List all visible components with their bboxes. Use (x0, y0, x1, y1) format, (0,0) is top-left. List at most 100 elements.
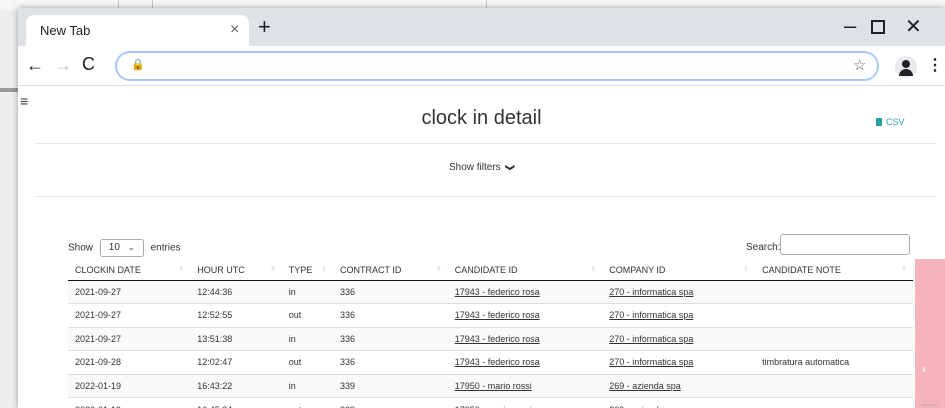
side-panel-toggle[interactable] (915, 259, 945, 408)
company-link[interactable]: 270 - informatica spa (602, 350, 756, 374)
cell-note (755, 303, 913, 327)
column-header[interactable]: CLOCKIN DATE ⇳ (68, 260, 191, 281)
sort-icon: ⇳ (901, 266, 907, 273)
tab-strip: New Tab × + – ✕ (18, 8, 945, 46)
background-window-edge (0, 10, 20, 408)
table-row: 2021-09-27 12:52:55 out 336 17943 - fede… (68, 303, 913, 327)
cell-type: in (281, 326, 333, 351)
search-input[interactable] (780, 234, 910, 255)
column-header-label: HOUR UTC (197, 264, 245, 275)
sort-icon: ⇳ (269, 266, 276, 273)
sort-icon: ⇳ (321, 266, 327, 273)
tab-new-tab[interactable]: New Tab × (26, 15, 249, 46)
cell-contract: 339 (332, 397, 448, 408)
column-header-label: CONTRACT ID (339, 264, 402, 275)
sort-icon: ⇳ (743, 266, 750, 273)
company-link[interactable]: 270 - informatica spa (602, 303, 756, 327)
cell-note (755, 397, 913, 408)
divider (36, 196, 936, 197)
table-header-row: CLOCKIN DATE ⇳ HOUR UTC ⇳ TYPE ⇳ CONTRACT I… (68, 260, 913, 281)
cell-hour: 16:45:34 (190, 397, 282, 408)
company-link[interactable]: 269 - azienda spa (602, 397, 756, 408)
new-tab-icon[interactable]: + (258, 16, 271, 38)
cell-hour: 12:02:47 (190, 350, 282, 374)
forward-icon[interactable]: → (54, 55, 72, 76)
column-header[interactable]: HOUR UTC ⇳ (190, 260, 282, 281)
cell-type: in (281, 279, 333, 304)
close-window-icon[interactable]: ✕ (905, 14, 922, 39)
back-icon[interactable]: ← (26, 55, 44, 76)
candidate-link[interactable]: 17950 - mario rossi (447, 373, 603, 398)
company-link[interactable]: 270 - informatica spa (602, 279, 756, 304)
cell-type: in (281, 373, 333, 398)
show-filters-toggle[interactable]: Show filters ❯ (18, 162, 945, 173)
candidate-link[interactable]: 17943 - federico rosa (447, 350, 603, 374)
maximize-icon[interactable] (871, 20, 885, 34)
cell-hour: 12:52:55 (190, 303, 282, 327)
cell-note (755, 326, 913, 351)
cell-note (755, 279, 913, 304)
cell-hour: 13:51:38 (190, 326, 282, 351)
address-bar[interactable]: 🔒 ☆ (115, 51, 879, 81)
page-content: ≡ clock in detail CSV Show filters ❯ Sho… (18, 87, 945, 408)
entries-select-value: 10 (108, 242, 120, 253)
powered-by-text: Powered by (922, 403, 938, 407)
sort-icon: ⇳ (590, 266, 597, 273)
browser-window: New Tab × + – ✕ ← → C 🔒 ☆ ⋮ ≡ clock in d… (18, 8, 945, 408)
column-header-label: CANDIDATE NOTE (762, 264, 841, 275)
company-link[interactable]: 270 - informatica spa (602, 326, 756, 351)
candidate-link[interactable]: 17950 - mario rossi (447, 397, 603, 408)
candidate-link[interactable]: 17943 - federico rosa (447, 326, 603, 351)
cell-note: timbratura automatica (755, 350, 913, 374)
cell-contract: 339 (332, 373, 448, 398)
column-header[interactable]: TYPE ⇳ (281, 260, 333, 281)
reload-icon[interactable]: C (82, 54, 95, 75)
column-header-label: CLOCKIN DATE (75, 264, 141, 275)
table-row: 2022-01-19 16:45:34 out 339 17950 - mari… (68, 397, 913, 408)
length-prefix: Show (68, 242, 94, 254)
cell-date: 2021-09-27 (68, 279, 191, 304)
cell-type: out (281, 397, 333, 408)
cell-hour: 12:44:36 (190, 279, 282, 304)
cell-date: 2022-01-19 (68, 373, 191, 398)
profile-avatar-icon[interactable] (895, 56, 917, 78)
column-header-label: CANDIDATE ID (454, 264, 518, 275)
lock-icon[interactable]: 🔒 (131, 58, 145, 71)
chevron-down-icon: ❯ (505, 163, 516, 172)
bookmark-star-icon[interactable]: ☆ (853, 56, 866, 74)
entries-length-control: Show 10 ⌄ entries (68, 239, 181, 257)
cell-hour: 16:43:22 (190, 373, 282, 398)
sort-icon: ⇳ (435, 266, 442, 273)
csv-export-link[interactable]: CSV (876, 117, 905, 127)
tab-close-icon[interactable]: × (230, 21, 239, 39)
length-suffix: entries (150, 242, 181, 254)
cell-contract: 336 (332, 279, 448, 304)
show-filters-label: Show filters (448, 162, 501, 173)
browser-menu-icon[interactable]: ⋮ (927, 55, 943, 75)
tab-title: New Tab (40, 23, 91, 38)
table-row: 2021-09-27 13:51:38 in 336 17943 - feder… (68, 326, 913, 351)
table-row: 2022-01-19 16:43:22 in 339 17950 - mario… (68, 373, 913, 398)
cell-contract: 336 (332, 350, 448, 374)
company-link[interactable]: 269 - azienda spa (602, 373, 756, 398)
candidate-link[interactable]: 17943 - federico rosa (447, 279, 603, 304)
divider (36, 143, 936, 144)
table-row: 2021-09-27 12:44:36 in 336 17943 - feder… (68, 279, 913, 304)
column-header-label: TYPE (288, 264, 313, 275)
cell-contract: 336 (332, 326, 448, 351)
column-header[interactable]: CONTRACT ID ⇳ (332, 260, 448, 281)
csv-label: CSV (886, 117, 905, 127)
cell-date: 2021-09-28 (68, 350, 191, 374)
browser-toolbar: ← → C 🔒 ☆ ⋮ (18, 46, 945, 86)
cell-date: 2021-09-27 (68, 326, 191, 351)
candidate-link[interactable]: 17943 - federico rosa (447, 303, 603, 327)
entries-select[interactable]: 10 ⌄ (99, 239, 144, 257)
column-header[interactable]: CANDIDATE ID ⇳ (447, 260, 603, 281)
minimize-icon[interactable]: – (844, 13, 856, 39)
chevron-left-icon[interactable]: ‹ (922, 362, 926, 376)
column-header[interactable]: CANDIDATE NOTE ⇳ (755, 260, 913, 281)
column-header[interactable]: COMPANY ID ⇳ (602, 260, 756, 281)
cell-note (755, 373, 913, 398)
cell-type: out (281, 350, 333, 374)
chevron-down-icon: ⌄ (127, 243, 135, 252)
